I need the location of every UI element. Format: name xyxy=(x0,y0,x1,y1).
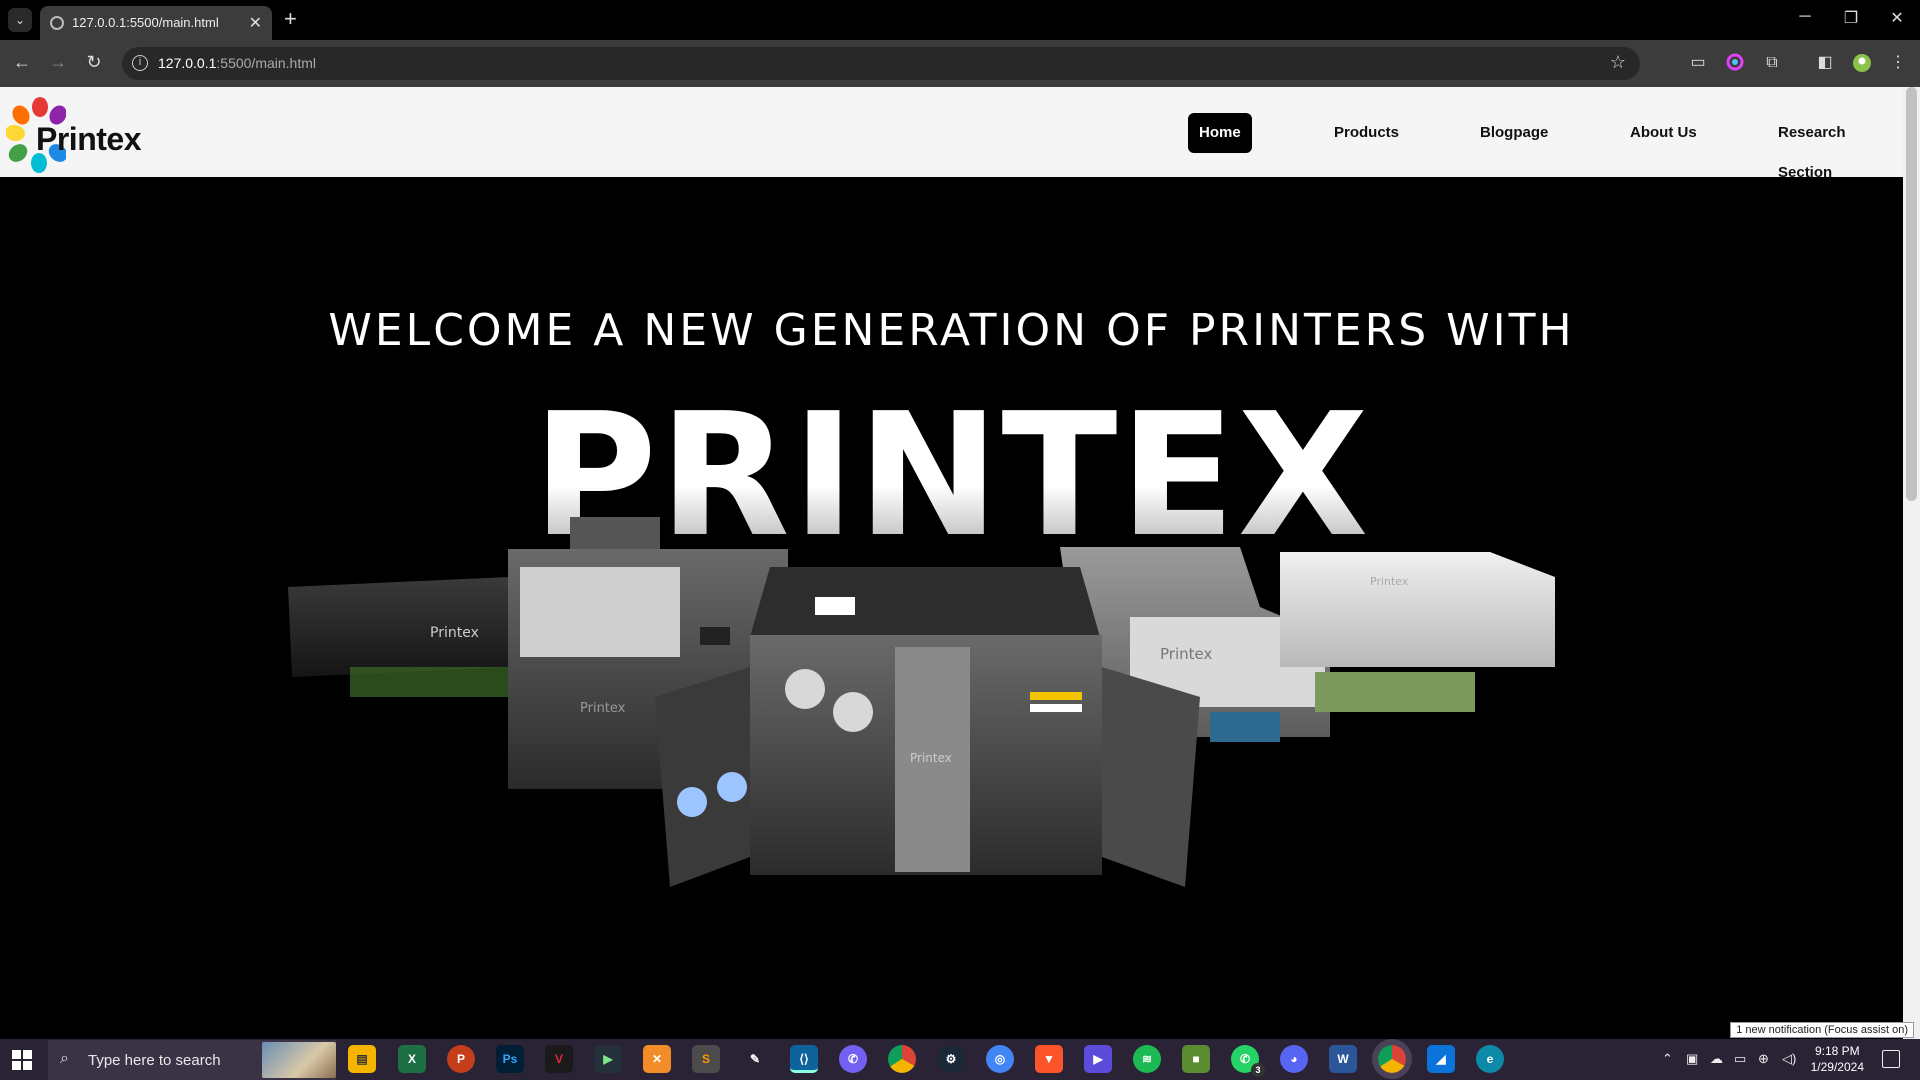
search-placeholder: Type here to search xyxy=(88,1052,221,1069)
vscode-icon[interactable]: ⟨⟩ xyxy=(790,1045,818,1073)
printex-logo[interactable]: Printex xyxy=(6,93,146,173)
viber-icon[interactable]: ✆ xyxy=(839,1045,867,1073)
page-viewport: Printex Home Products Blogpage About Us … xyxy=(0,87,1920,1039)
nav-home[interactable]: Home xyxy=(1188,113,1252,153)
action-center-icon[interactable] xyxy=(1882,1050,1900,1068)
proton-vpn-icon[interactable]: ▶ xyxy=(1084,1045,1112,1073)
forward-icon[interactable]: → xyxy=(46,52,70,73)
browser-menu-icon[interactable]: ⋮ xyxy=(1888,53,1908,73)
search-icon: ⌕ xyxy=(60,1050,69,1067)
brave-icon[interactable]: ▼ xyxy=(1035,1045,1063,1073)
nav-about-us[interactable]: About Us xyxy=(1619,113,1708,153)
pycharm-icon[interactable]: ▶ xyxy=(594,1045,622,1073)
whatsapp-badge: 3 xyxy=(1251,1063,1265,1077)
word-icon[interactable]: W xyxy=(1329,1045,1357,1073)
profile-avatar-icon[interactable] xyxy=(1852,53,1872,73)
windows-start-icon[interactable] xyxy=(12,1050,32,1070)
globe-icon xyxy=(50,16,64,30)
back-icon[interactable]: ← xyxy=(10,52,34,73)
hero-subtitle: WELCOME A NEW GENERATION OF PRINTERS WIT… xyxy=(328,305,1575,356)
printer-brand-label: Printex xyxy=(430,625,479,641)
address-toolbar: ← → ↻ i 127.0.0.1:5500/main.html ☆ ▭ ⧉ ◧… xyxy=(0,40,1920,87)
browser-tab[interactable]: 127.0.0.1:5500/main.html ✕ xyxy=(40,6,272,40)
spotify-icon[interactable]: ≋ xyxy=(1133,1045,1161,1073)
edge-icon[interactable]: e xyxy=(1476,1045,1504,1073)
photoshop-icon[interactable]: Ps xyxy=(496,1045,524,1073)
taskbar-clock[interactable]: 9:18 PM 1/29/2024 xyxy=(1811,1043,1864,1075)
url-host: 127.0.0.1 xyxy=(158,55,217,71)
file-explorer-icon[interactable]: ▤ xyxy=(348,1045,376,1073)
printer-brand-label: Printex xyxy=(910,751,952,765)
new-tab-button[interactable]: + xyxy=(284,6,297,32)
excel-icon[interactable]: X xyxy=(398,1045,426,1073)
minimize-icon[interactable]: ─ xyxy=(1790,8,1820,26)
notification-toast[interactable]: 1 new notification (Focus assist on) xyxy=(1730,1022,1914,1038)
tray-meet-icon[interactable]: ▣ xyxy=(1686,1051,1698,1067)
network-icon[interactable]: ⊕ xyxy=(1758,1051,1769,1067)
nav-blogpage[interactable]: Blogpage xyxy=(1469,113,1559,153)
windows-taskbar: ⌕ Type here to search ▤ X P Ps V ▶ ✕ S ✎… xyxy=(0,1039,1920,1080)
inkscape-icon[interactable]: ✎ xyxy=(741,1045,769,1073)
close-tab-icon[interactable]: ✕ xyxy=(249,13,262,33)
restore-icon[interactable]: ❐ xyxy=(1836,8,1866,28)
sublime-text-icon[interactable]: S xyxy=(692,1045,720,1073)
logo-text: Printex xyxy=(36,121,141,157)
page-scrollbar[interactable] xyxy=(1903,87,1920,1039)
minecraft-icon[interactable]: ■ xyxy=(1182,1045,1210,1073)
omnibox[interactable]: i 127.0.0.1:5500/main.html ☆ xyxy=(122,47,1640,80)
extensions-puzzle-icon[interactable]: ⧉ xyxy=(1762,53,1782,73)
close-window-icon[interactable]: ✕ xyxy=(1882,8,1912,28)
reload-icon[interactable]: ↻ xyxy=(82,52,106,73)
scrollbar-thumb[interactable] xyxy=(1906,87,1917,501)
browser-tab-strip: ⌄ 127.0.0.1:5500/main.html ✕ + ─ ❐ ✕ xyxy=(0,0,1920,40)
nav-research-section[interactable]: Research Section xyxy=(1767,113,1903,181)
tab-title: 127.0.0.1:5500/main.html xyxy=(72,15,219,30)
whatsapp-icon[interactable]: ✆ 3 xyxy=(1231,1045,1265,1077)
clock-time: 9:18 PM xyxy=(1814,1044,1860,1058)
chrome-icon[interactable] xyxy=(888,1045,916,1073)
powerpoint-icon[interactable]: P xyxy=(447,1045,475,1073)
printer-brand-label: Printex xyxy=(1160,645,1212,663)
clock-date: 1/29/2024 xyxy=(1810,1060,1864,1074)
url-path: :5500/main.html xyxy=(216,55,316,71)
site-navbar: Printex Home Products Blogpage About Us … xyxy=(0,87,1903,181)
search-highlight-image xyxy=(262,1042,336,1078)
printer-brand-label: Printex xyxy=(580,701,626,716)
color-picker-extension-icon[interactable] xyxy=(1725,53,1745,73)
onedrive-icon[interactable]: ☁ xyxy=(1710,1051,1723,1067)
nav-products[interactable]: Products xyxy=(1323,113,1410,153)
steam-icon[interactable]: ⚙ xyxy=(937,1045,965,1073)
tray-overflow-icon[interactable]: ⌃ xyxy=(1662,1051,1673,1067)
discord-icon[interactable]: ◕ xyxy=(1280,1045,1308,1073)
chromium-icon[interactable]: ◎ xyxy=(986,1045,1014,1073)
compact-home-printer: Printex xyxy=(1280,552,1555,712)
printer-lineup-image: Printex Printex Printex Printex Printex xyxy=(288,517,1555,887)
cast-icon[interactable]: ▭ xyxy=(1688,53,1708,73)
chrome-active-icon[interactable] xyxy=(1378,1045,1406,1073)
url-text[interactable]: 127.0.0.1:5500/main.html xyxy=(158,55,316,71)
bookmark-star-icon[interactable]: ☆ xyxy=(1610,52,1626,73)
site-info-icon[interactable]: i xyxy=(132,55,148,71)
volume-icon[interactable]: ◁) xyxy=(1782,1051,1796,1067)
taskbar-search-box[interactable]: ⌕ Type here to search xyxy=(48,1040,336,1080)
xampp-icon[interactable]: ✕ xyxy=(643,1045,671,1073)
image-viewer-icon[interactable]: ◢ xyxy=(1427,1045,1455,1073)
wide-format-printer: Printex xyxy=(288,577,520,697)
vivaldi-icon[interactable]: V xyxy=(545,1045,573,1073)
battery-icon[interactable]: ▭ xyxy=(1734,1051,1746,1067)
tab-search-chevron-icon[interactable]: ⌄ xyxy=(8,8,32,32)
side-panel-icon[interactable]: ◧ xyxy=(1815,53,1835,73)
printer-brand-label: Printex xyxy=(1370,575,1409,588)
